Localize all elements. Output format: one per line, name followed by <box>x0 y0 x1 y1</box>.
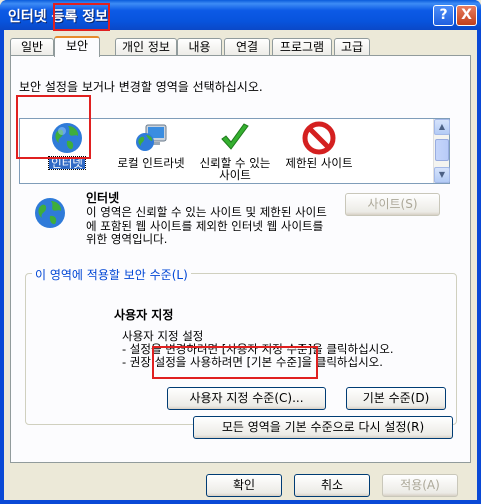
security-level-title: 사용자 지정 <box>114 308 174 322</box>
checkmark-icon <box>221 123 249 150</box>
tab-general[interactable]: 일반 <box>10 38 54 56</box>
tab-security[interactable]: 보안 <box>54 36 100 57</box>
internet-options-window: 인터넷 등록 정보 ? X 일반 보안 개인 정보 내용 연결 프로그램 고급 … <box>0 0 481 504</box>
security-level-label: 이 영역에 적용할 보안 수준(L) <box>32 266 191 283</box>
sites-button[interactable]: 사이트(S) <box>345 193 440 216</box>
zone-label: 로컬 인트라넷 <box>117 156 185 170</box>
selected-zone-name: 인터넷 <box>86 191 120 205</box>
tab-privacy[interactable]: 개인 정보 <box>115 38 177 56</box>
cancel-button[interactable]: 취소 <box>294 474 370 497</box>
default-level-button[interactable]: 기본 수준(D) <box>346 387 446 410</box>
tab-connections[interactable]: 연결 <box>224 38 270 56</box>
computer-globe-icon <box>136 124 167 151</box>
ok-button[interactable]: 확인 <box>206 474 282 497</box>
apply-button[interactable]: 적용(A) <box>382 474 458 497</box>
zone-local-intranet[interactable]: 로컬 인트라넷 <box>110 121 192 183</box>
help-button[interactable]: ? <box>433 5 454 26</box>
restricted-icon <box>302 121 336 155</box>
zone-prompt: 보안 설정을 보거나 변경할 영역을 선택하십시오. <box>19 80 263 94</box>
zone-label: 제한된 사이트 <box>285 156 353 170</box>
tab-content[interactable]: 내용 <box>177 38 222 56</box>
custom-level-button[interactable]: 사용자 지정 수준(C)... <box>167 387 326 410</box>
globe-icon <box>35 198 65 228</box>
zone-restricted-sites[interactable]: 제한된 사이트 <box>278 121 360 183</box>
zone-list-scrollbar[interactable]: ▲ ▼ <box>433 119 450 183</box>
scroll-up-icon[interactable]: ▲ <box>434 119 450 135</box>
tab-advanced[interactable]: 고급 <box>334 38 370 56</box>
zone-trusted-sites[interactable]: 신뢰할 수 있는 사이트 <box>194 121 276 183</box>
custom-level-highlight <box>152 346 318 379</box>
close-button[interactable]: X <box>456 5 477 26</box>
reset-all-zones-button[interactable]: 모든 영역을 기본 수준으로 다시 설정(R) <box>193 416 453 439</box>
security-tab-highlight <box>53 3 110 31</box>
internet-zone-highlight <box>16 95 91 159</box>
zone-label: 신뢰할 수 있는 사이트 <box>199 156 271 182</box>
scroll-down-icon[interactable]: ▼ <box>434 167 450 183</box>
scroll-thumb[interactable] <box>435 139 449 161</box>
selected-zone-description: 이 영역은 신뢰할 수 있는 사이트 및 제한된 사이트에 포함된 웹 사이트를… <box>86 205 327 246</box>
tab-programs[interactable]: 프로그램 <box>272 38 332 56</box>
